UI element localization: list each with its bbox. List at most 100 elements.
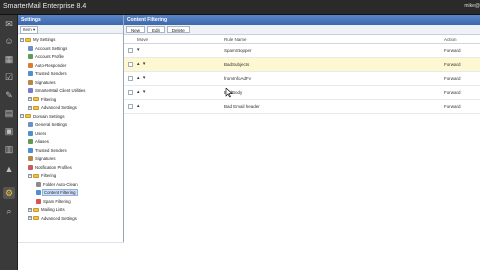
settings-item-icon	[36, 181, 41, 187]
row-checkbox[interactable]	[128, 76, 133, 81]
move-arrows-icon[interactable]: ▴ ▾	[137, 61, 146, 67]
tree-item[interactable]: + Mailing Lists	[28, 206, 65, 213]
move-arrows-icon[interactable]: ▴	[137, 103, 141, 109]
expand-toggle-icon[interactable]: +	[28, 207, 32, 212]
table-row[interactable]: ▴ Bad Email header Forward	[124, 100, 480, 114]
column-header-rule-name[interactable]: Rule Name	[224, 37, 247, 42]
tree-item[interactable]: + Advanced Settings	[28, 104, 77, 111]
column-header-action[interactable]: Action	[444, 37, 457, 42]
settings-item-icon	[28, 122, 33, 127]
folder-icon	[33, 105, 39, 110]
tree-item[interactable]: Signatures	[28, 79, 56, 86]
tree-item[interactable]: Account Profile	[28, 53, 64, 60]
folder-icon	[33, 207, 39, 212]
tree-item-label: Auto-Responder	[35, 62, 67, 68]
tree-item-label: SmarterMail Client Utilities	[35, 88, 86, 93]
tree-item-label: Trusted Senders	[35, 147, 67, 153]
tree-item[interactable]: Spam Filtering	[36, 198, 71, 205]
files-icon[interactable]: ▣	[3, 125, 15, 137]
settings-panel: Settings Item ▾ − My Settings Account Sett…	[18, 15, 124, 270]
tree-item[interactable]: Trusted Senders	[28, 147, 67, 154]
news-icon[interactable]: ▤	[3, 107, 15, 119]
action-cell: Forward	[444, 76, 461, 81]
tree-item-label: My Settings	[33, 37, 56, 42]
settings-icon[interactable]: ⚙	[3, 187, 15, 199]
notes-icon[interactable]: ✎	[3, 89, 15, 101]
delete-button[interactable]: Delete	[166, 26, 190, 33]
row-checkbox[interactable]	[128, 62, 133, 67]
action-cell: Forward	[444, 104, 461, 109]
expand-toggle-icon[interactable]: +	[28, 105, 32, 110]
rules-grid: ▾ SpamStopper Forward ▴ ▾ BadSubjects Forward…	[124, 44, 480, 114]
settings-panel-footer	[18, 242, 124, 270]
tree-item-label: Account Settings	[35, 45, 68, 51]
tree-item[interactable]: Content Filtering	[36, 189, 78, 196]
collapse-toggle-icon[interactable]: −	[20, 114, 24, 118]
settings-item-icon	[28, 62, 33, 68]
row-checkbox[interactable]	[128, 48, 133, 53]
tree-item-label: Domain Settings	[33, 113, 65, 119]
tree-item-label: General Settings	[35, 122, 68, 127]
move-arrows-icon[interactable]: ▴ ▾	[137, 89, 146, 95]
calendar-icon[interactable]: ▦	[3, 53, 15, 65]
collapse-toggle-icon[interactable]: −	[20, 37, 24, 42]
left-icon-bar: ✉ ☺ ▦ ☑ ✎ ▤ ▣ ▥ ▲ ⚙ ⌕	[0, 15, 18, 270]
reports-icon[interactable]: ▥	[3, 143, 15, 155]
mail-icon[interactable]: ✉	[3, 18, 15, 30]
row-checkbox[interactable]	[128, 104, 133, 109]
folder-icon	[33, 173, 39, 178]
tree-item[interactable]: SmarterMail Client Utilities	[28, 87, 85, 94]
move-arrows-icon[interactable]: ▾	[137, 47, 141, 53]
settings-item-icon	[28, 156, 33, 161]
tree-item[interactable]: Auto-Responder	[28, 62, 66, 69]
expand-toggle-icon[interactable]: +	[28, 97, 32, 101]
tree-item[interactable]: Trusted Senders	[28, 70, 67, 77]
tree-item[interactable]: Aliases	[28, 138, 49, 145]
tree-item[interactable]: Folder Auto-Clean	[36, 181, 78, 188]
tasks-icon[interactable]: ☑	[3, 71, 15, 83]
column-header-move[interactable]: Move	[137, 37, 148, 42]
content-panel-title: Content Filtering	[124, 15, 480, 25]
tree-item[interactable]: − My Settings	[20, 36, 55, 43]
row-checkbox[interactable]	[128, 90, 133, 95]
alerts-icon[interactable]: ▲	[3, 163, 15, 175]
mouse-cursor-icon	[225, 88, 233, 98]
tree-item-label: Users	[35, 130, 47, 136]
tree-item-label: Advanced Settings	[41, 215, 77, 221]
tree-item[interactable]: − Filtering	[28, 172, 56, 179]
table-row[interactable]: ▴ ▾ BadBody Forward	[124, 86, 480, 100]
expand-toggle-icon[interactable]: +	[28, 216, 32, 220]
tree-item[interactable]: − Domain Settings	[20, 113, 65, 120]
edit-button[interactable]: Edit	[147, 26, 165, 33]
tree-item-label: Signatures	[35, 156, 56, 161]
tree-item[interactable]: + Advanced Settings	[28, 215, 77, 222]
settings-toolbar: Item ▾	[18, 25, 123, 34]
settings-item-icon	[28, 139, 33, 144]
table-row[interactable]: ▾ SpamStopper Forward	[124, 44, 480, 58]
collapse-toggle-icon[interactable]: −	[28, 173, 32, 178]
tree-item[interactable]: Account Settings	[28, 45, 67, 52]
new-button[interactable]: New	[126, 26, 146, 33]
table-row[interactable]: ▴ ▾ BadSubjects Forward	[124, 58, 480, 72]
move-arrows-icon[interactable]: ▴ ▾	[137, 75, 146, 81]
folder-icon	[25, 114, 31, 118]
user-name[interactable]: mike@	[464, 3, 480, 9]
settings-item-icon	[28, 147, 33, 153]
settings-item-icon	[28, 54, 33, 59]
search-icon[interactable]: ⌕	[3, 205, 15, 217]
tree-item[interactable]: + Filtering	[28, 96, 56, 103]
folder-icon	[25, 37, 31, 42]
tree-item-label: Content Filtering	[42, 189, 78, 196]
tree-item[interactable]: General Settings	[28, 121, 67, 128]
table-row[interactable]: ▴ ▾ fromInfoAdFv Forward	[124, 72, 480, 86]
rule-name-cell: BadSubjects	[224, 62, 250, 67]
tree-item-label: Aliases	[35, 139, 49, 144]
tree-item-label: Filtering	[41, 173, 57, 178]
tree-item[interactable]: Signatures	[28, 155, 56, 162]
tree-item[interactable]: Notification Profiles	[28, 164, 72, 171]
tree-item-label: Mailing Lists	[41, 207, 65, 212]
contacts-icon[interactable]: ☺	[3, 35, 15, 47]
tree-item-label: Filtering	[41, 96, 57, 102]
item-menu-button[interactable]: Item ▾	[20, 26, 39, 34]
tree-item[interactable]: Users	[28, 130, 46, 137]
